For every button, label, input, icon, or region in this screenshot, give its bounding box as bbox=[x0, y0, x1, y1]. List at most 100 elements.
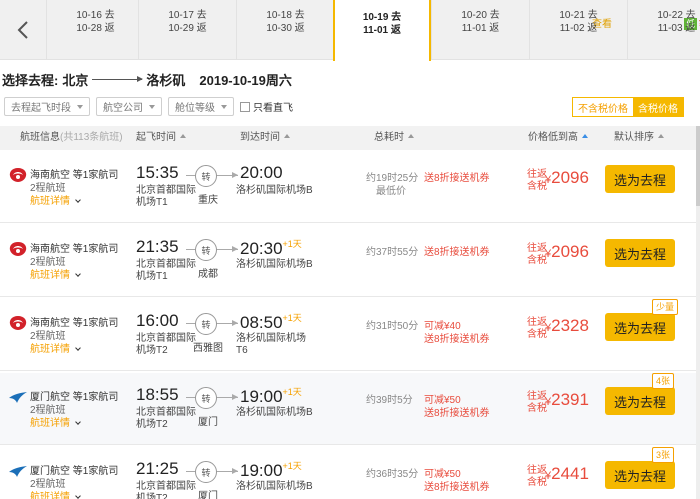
price: ¥2391 bbox=[545, 390, 589, 410]
seat-availability-badge: 4张 bbox=[652, 373, 675, 389]
date-go: 10-18 去 bbox=[266, 10, 305, 21]
total-duration: 约31时50分 bbox=[366, 321, 419, 332]
next-day-tag: +1天 bbox=[282, 313, 302, 323]
departure-time-filter[interactable]: 去程起飞时段 bbox=[4, 97, 90, 116]
next-day-tag: +1天 bbox=[282, 239, 302, 249]
scrollbar-thumb[interactable] bbox=[696, 126, 700, 206]
departure-time: 16:00 bbox=[136, 311, 179, 330]
xiamen-airlines-logo-icon bbox=[9, 392, 27, 403]
select-outbound-button[interactable]: 选为去程 bbox=[605, 313, 675, 341]
scrollbar[interactable] bbox=[696, 126, 700, 499]
flight-detail-label: 航班详情 bbox=[30, 196, 70, 207]
arrival-time: 19:00+1天 bbox=[240, 459, 302, 481]
promo-line-2: 送8折接送机券 bbox=[424, 482, 490, 493]
sort-default-button[interactable]: 默认排序 bbox=[614, 126, 664, 150]
cabin-filter[interactable]: 舱位等级 bbox=[168, 97, 234, 116]
arrival-airport: 洛杉矶国际机场T6 bbox=[236, 333, 306, 356]
chevron-down-icon bbox=[75, 271, 81, 277]
price-label: 往返 含税 bbox=[527, 391, 547, 415]
round-trip-label: 往返 bbox=[527, 243, 547, 254]
round-trip-label: 往返 bbox=[527, 169, 547, 180]
cabin-filter-label: 舱位等级 bbox=[175, 103, 215, 114]
sort-duration-button[interactable]: 总耗时 bbox=[374, 126, 414, 150]
date-go: 10-17 去 bbox=[168, 10, 207, 21]
date-option[interactable]: 10-17 去 10-29 返 低¥2096 bbox=[138, 0, 700, 59]
total-duration: 约39时5分 bbox=[366, 395, 413, 406]
route-arrow-icon bbox=[92, 76, 144, 82]
round-trip-label: 往返 bbox=[527, 391, 547, 402]
price-value: 2391 bbox=[551, 390, 589, 409]
tax-toggle: 不含税价格 含税价格 bbox=[572, 97, 684, 117]
cheapest-tag: 最低价 bbox=[376, 186, 406, 197]
caret-down-icon bbox=[77, 104, 83, 109]
sort-default-label: 默认排序 bbox=[614, 132, 654, 143]
direct-only-option[interactable]: 只看直飞 bbox=[240, 99, 293, 114]
sort-duration-label: 总耗时 bbox=[374, 132, 404, 143]
sort-departure-label: 起飞时间 bbox=[136, 132, 176, 143]
next-day-tag: +1天 bbox=[282, 387, 302, 397]
arrival-time-value: 08:50 bbox=[240, 313, 283, 332]
xiamen-airlines-logo-icon bbox=[9, 466, 27, 477]
caret-down-icon bbox=[221, 104, 227, 109]
flight-detail-link[interactable]: 航班详情 bbox=[30, 488, 81, 499]
chevron-down-icon bbox=[75, 345, 81, 351]
arrival-airport: 洛杉矶国际机场B bbox=[236, 259, 313, 270]
date-back: 11-01 返 bbox=[363, 25, 401, 36]
flight-detail-link[interactable]: 航班详情 bbox=[30, 414, 81, 429]
price-label: 往返 含税 bbox=[527, 243, 547, 267]
arrival-time-value: 20:30 bbox=[240, 239, 283, 258]
route-arrow-icon bbox=[232, 394, 238, 400]
price-label: 往返 含税 bbox=[527, 169, 547, 193]
date-option[interactable]: 10-22 去 11-03 返 查看 bbox=[627, 0, 700, 59]
select-outbound-button[interactable]: 选为去程 bbox=[605, 461, 675, 489]
flight-count: (共113条航班) bbox=[60, 132, 123, 143]
price-label: 往返 含税 bbox=[527, 465, 547, 489]
prev-dates-button[interactable] bbox=[0, 0, 46, 59]
direct-only-label: 只看直飞 bbox=[253, 103, 293, 114]
sort-price-button[interactable]: 价格低到高 bbox=[528, 126, 588, 150]
date-go: 10-19 去 bbox=[362, 12, 402, 23]
exclude-tax-button[interactable]: 不含税价格 bbox=[573, 98, 633, 116]
flight-detail-label: 航班详情 bbox=[30, 270, 70, 281]
sort-arrival-button[interactable]: 到达时间 bbox=[240, 126, 290, 150]
date-option[interactable]: 10-21 去 11-02 返 查看 bbox=[529, 0, 627, 59]
price-value: 2441 bbox=[551, 464, 589, 483]
date-option[interactable]: 10-20 去 11-01 返 查看 bbox=[431, 0, 529, 59]
departure-time: 15:35 bbox=[136, 163, 179, 182]
route-arrow-icon bbox=[232, 320, 238, 326]
sort-arrival-label: 到达时间 bbox=[240, 132, 280, 143]
select-outbound-button[interactable]: 选为去程 bbox=[605, 165, 675, 193]
total-duration: 约37时55分 bbox=[366, 247, 419, 258]
flight-row: 海南航空 等1家航司 2程航班 航班详情 16:00 北京首都国际机场T2 转 … bbox=[0, 299, 700, 371]
hainan-airlines-logo-icon bbox=[9, 168, 27, 182]
arrival-time: 19:00+1天 bbox=[240, 385, 302, 407]
flight-detail-label: 航班详情 bbox=[30, 492, 70, 499]
flight-row: 厦门航空 等1家航司 2程航班 航班详情 21:25 北京首都国际机场T2 转 … bbox=[0, 447, 700, 499]
departure-airport: 北京首都国际机场T2 bbox=[136, 481, 196, 499]
include-tax-button[interactable]: 含税价格 bbox=[633, 98, 683, 116]
select-outbound-button[interactable]: 选为去程 bbox=[605, 387, 675, 415]
flight-detail-label: 航班详情 bbox=[30, 418, 70, 429]
select-outbound-button[interactable]: 选为去程 bbox=[605, 239, 675, 267]
price: ¥2328 bbox=[545, 316, 589, 336]
chevron-left-icon bbox=[17, 20, 28, 39]
airline-filter[interactable]: 航空公司 bbox=[96, 97, 162, 116]
airline-filter-label: 航空公司 bbox=[103, 103, 143, 114]
date-option[interactable]: 10-18 去 10-30 返 查看 bbox=[236, 0, 334, 59]
flight-detail-label: 航班详情 bbox=[30, 344, 70, 355]
price-value: 2096 bbox=[551, 168, 589, 187]
flight-detail-link[interactable]: 航班详情 bbox=[30, 340, 81, 355]
transfer-city: 西雅图 bbox=[193, 343, 223, 354]
direct-only-checkbox[interactable] bbox=[240, 101, 250, 112]
date-back: 10-28 返 bbox=[76, 23, 115, 34]
round-trip-label: 往返 bbox=[527, 317, 547, 328]
sort-departure-button[interactable]: 起飞时间 bbox=[136, 126, 186, 150]
date-go: 10-16 去 bbox=[76, 10, 115, 21]
flight-detail-link[interactable]: 航班详情 bbox=[30, 192, 81, 207]
total-duration: 约36时35分 bbox=[366, 469, 419, 480]
flight-detail-link[interactable]: 航班详情 bbox=[30, 266, 81, 281]
transfer-icon: 转 bbox=[195, 165, 217, 187]
transfer-city: 重庆 bbox=[198, 195, 218, 206]
date-option[interactable]: 10-16 去 10-28 返 查看 bbox=[46, 0, 612, 59]
date-option[interactable]: 10-19 去 11-01 返 低¥2096 bbox=[333, 0, 431, 61]
